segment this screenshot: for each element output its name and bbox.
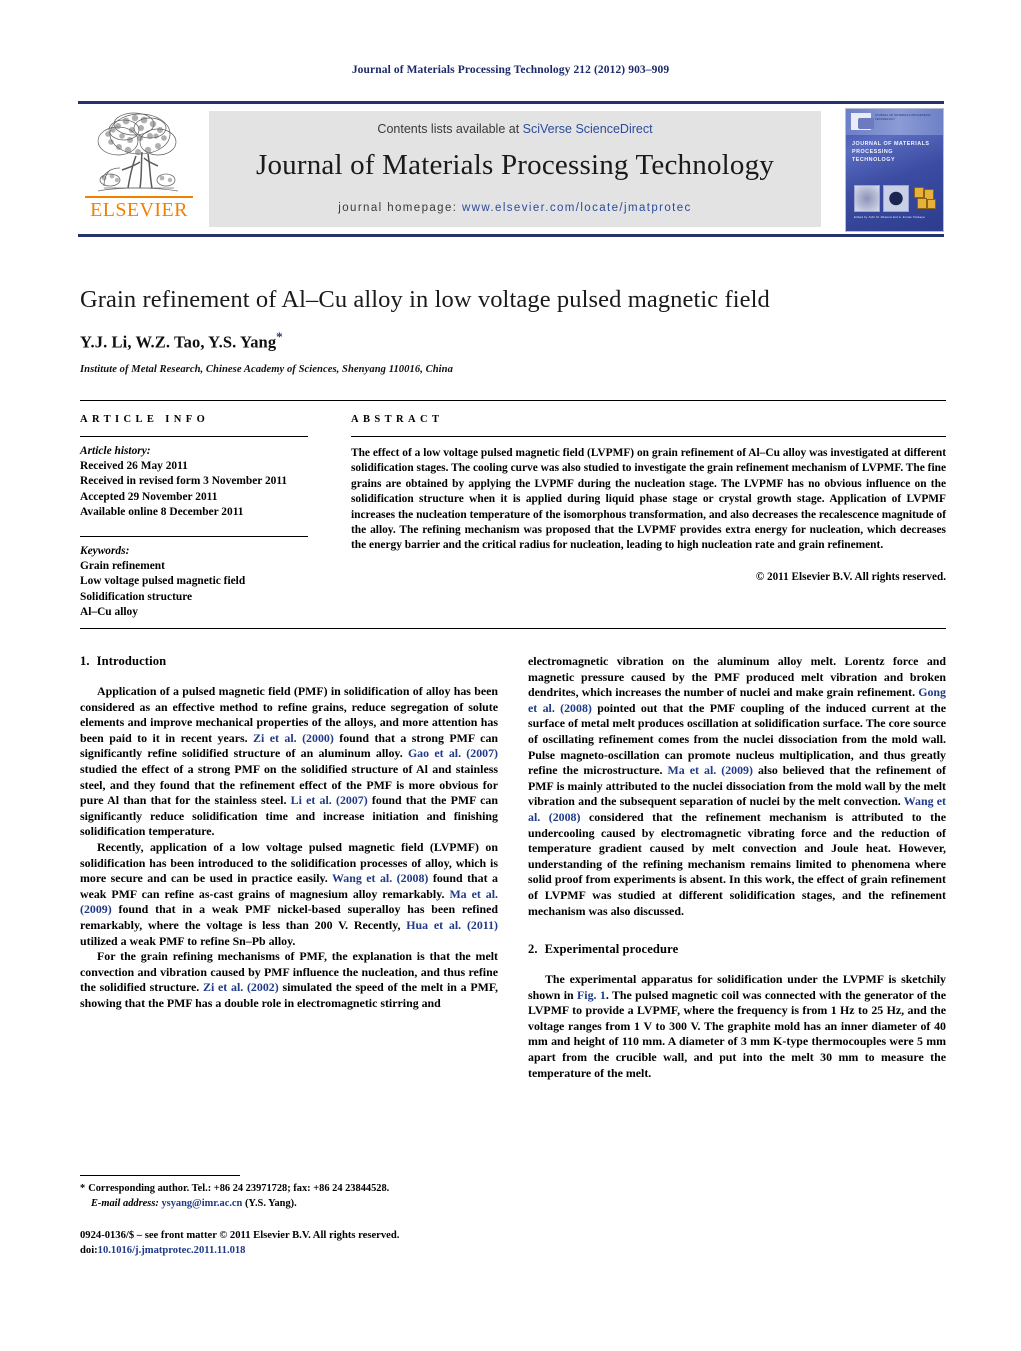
footnote-marker: * (80, 1183, 86, 1194)
text-run: utilized a weak PMF to refine Sn–Pb allo… (80, 933, 296, 948)
paragraph: For the grain refining mechanisms of PMF… (80, 949, 498, 1011)
history-item: Received 26 May 2011 (80, 460, 188, 473)
cover-tree-icon (858, 118, 874, 129)
elsevier-tree-icon (97, 112, 179, 192)
section-number: 1. (80, 654, 90, 668)
footnote-contact: Corresponding author. Tel.: +86 24 23971… (88, 1183, 390, 1194)
homepage-label: journal homepage: (338, 202, 458, 214)
body-column-left: 1. Introduction Application of a pulsed m… (80, 654, 498, 1011)
article-info-rule (80, 436, 308, 437)
sciencedirect-link[interactable]: SciVerse ScienceDirect (523, 122, 653, 136)
article-history-label: Article history: (80, 445, 151, 457)
section-title: Experimental procedure (544, 942, 679, 957)
citation-link[interactable]: Hua et al. (2011) (406, 918, 498, 932)
section-heading-experimental: 2. Experimental procedure (528, 942, 946, 957)
citation-link[interactable]: Fig. 1 (577, 988, 606, 1002)
contents-lists-line: Contents lists available at SciVerse Sci… (209, 122, 821, 136)
cover-figure-3 (912, 185, 936, 210)
colophon: 0924-0136/$ – see front matter © 2011 El… (80, 1229, 580, 1258)
page-title: Grain refinement of Al–Cu alloy in low v… (80, 286, 770, 313)
doi-link[interactable]: 10.1016/j.jmatprotec.2011.11.018 (98, 1245, 246, 1256)
paragraph: electromagnetic vibration on the aluminu… (528, 654, 946, 919)
info-top-rule (80, 400, 946, 401)
footnote-email-line: E-mail address: ysyang@imr.ac.cn (Y.S. Y… (80, 1197, 500, 1212)
history-item: Received in revised form 3 November 2011 (80, 475, 288, 488)
abstract-heading: ABSTRACT (351, 414, 444, 425)
keywords-label: Keywords: (80, 545, 130, 558)
doi-line: doi:10.1016/j.jmatprotec.2011.11.018 (80, 1244, 580, 1259)
citation-link[interactable]: Zi et al. (2002) (203, 980, 279, 994)
masthead-top-rule (78, 101, 944, 104)
paragraph: Recently, application of a low voltage p… (80, 840, 498, 949)
footnote-rule (80, 1175, 240, 1176)
cover-figure-2 (883, 185, 909, 212)
text-run: considered that the refinement mechanism… (528, 809, 946, 918)
article-info-heading: ARTICLE INFO (80, 414, 210, 425)
abstract-rule (351, 436, 946, 437)
journal-title: Journal of Materials Processing Technolo… (255, 149, 775, 181)
citation-link[interactable]: Li et al. (2007) (291, 793, 368, 807)
info-bottom-rule (80, 628, 946, 629)
elsevier-wordmark-rule (85, 196, 193, 198)
keyword-item: Low voltage pulsed magnetic field (80, 575, 246, 588)
section-number: 2. (528, 942, 538, 957)
running-head: Journal of Materials Processing Technolo… (351, 64, 670, 76)
citation-link[interactable]: Ma et al. (2009) (668, 763, 753, 777)
citation-link[interactable]: Zi et al. (2000) (253, 731, 334, 745)
keyword-item: Solidification structure (80, 590, 193, 603)
cover-micro-header: JOURNAL OF MATERIALS PROCESSING TECHNOLO… (875, 114, 931, 121)
email-link[interactable]: ysyang@imr.ac.cn (161, 1198, 242, 1209)
contents-prefix: Contents lists available at (377, 122, 523, 136)
citation-link[interactable]: Gao et al. (2007) (408, 746, 498, 760)
doi-label: doi: (80, 1244, 98, 1256)
email-suffix: (Y.S. Yang). (244, 1197, 297, 1209)
paper-page: Journal of Materials Processing Technolo… (0, 0, 1021, 1351)
copyright-line: © 2011 Elsevier B.V. All rights reserved… (755, 570, 946, 583)
elsevier-logo: ELSEVIER (80, 107, 198, 231)
paragraph: The experimental apparatus for solidific… (528, 972, 946, 1081)
text-run: electromagnetic vibration on the aluminu… (528, 654, 946, 700)
keywords-group: Keywords: Grain refinement Low voltage p… (80, 544, 308, 620)
cover-figure-1 (854, 185, 880, 212)
cover-editors: Edited by John M. Allwood and A. Erman T… (854, 215, 925, 219)
keywords-rule (80, 536, 308, 538)
abstract-column: ABSTRACT The effect of a low voltage pul… (351, 414, 946, 583)
corresponding-author-footnote: * Corresponding author. Tel.: +86 24 2397… (80, 1182, 500, 1211)
journal-homepage-line: journal homepage: www.elsevier.com/locat… (209, 202, 821, 214)
info-abstract-region: ARTICLE INFO Article history: Received 2… (80, 400, 946, 620)
citation-link[interactable]: Wang et al. (2008) (332, 871, 428, 885)
history-item: Available online 8 December 2011 (80, 505, 244, 518)
homepage-link[interactable]: www.elsevier.com/locate/jmatprotec (462, 202, 692, 214)
journal-cover-thumbnail: JOURNAL OF MATERIALS PROCESSING TECHNOLO… (845, 108, 944, 232)
journal-masthead: ELSEVIER Contents lists available at Sci… (78, 101, 944, 237)
cover-elsevier-badge (851, 113, 874, 130)
title-block: Grain refinement of Al–Cu alloy in low v… (80, 285, 946, 375)
article-info-column: ARTICLE INFO Article history: Received 2… (80, 414, 308, 620)
author-list: Y.J. Li, W.Z. Tao, Y.S. Yang* (80, 329, 946, 353)
article-history-group: Article history: Received 26 May 2011 Re… (80, 444, 308, 520)
body-column-right: electromagnetic vibration on the aluminu… (528, 654, 946, 1081)
keyword-item: Grain refinement (80, 560, 165, 573)
corresponding-author-marker: * (276, 329, 283, 344)
journal-banner: Contents lists available at SciVerse Sci… (209, 111, 821, 227)
history-item: Accepted 29 November 2011 (80, 490, 218, 503)
section-title: Introduction (96, 654, 167, 668)
abstract-text: The effect of a low voltage pulsed magne… (351, 447, 946, 552)
masthead-bottom-rule (78, 234, 944, 237)
keyword-item: Al–Cu alloy (80, 605, 138, 618)
elsevier-wordmark: ELSEVIER (90, 199, 188, 221)
affiliation: Institute of Metal Research, Chinese Aca… (80, 363, 453, 375)
section-heading-introduction: 1. Introduction (80, 654, 498, 669)
cover-title: JOURNAL OF MATERIALS PROCESSING TECHNOLO… (852, 141, 930, 163)
issn-line: 0924-0136/$ – see front matter © 2011 El… (80, 1230, 400, 1241)
author-names: Y.J. Li, W.Z. Tao, Y.S. Yang (80, 332, 277, 352)
cover-figure-row (854, 185, 936, 212)
paragraph: Application of a pulsed magnetic field (… (80, 684, 498, 840)
email-label: E-mail address: (91, 1197, 159, 1209)
body-columns: 1. Introduction Application of a pulsed m… (80, 654, 946, 1194)
